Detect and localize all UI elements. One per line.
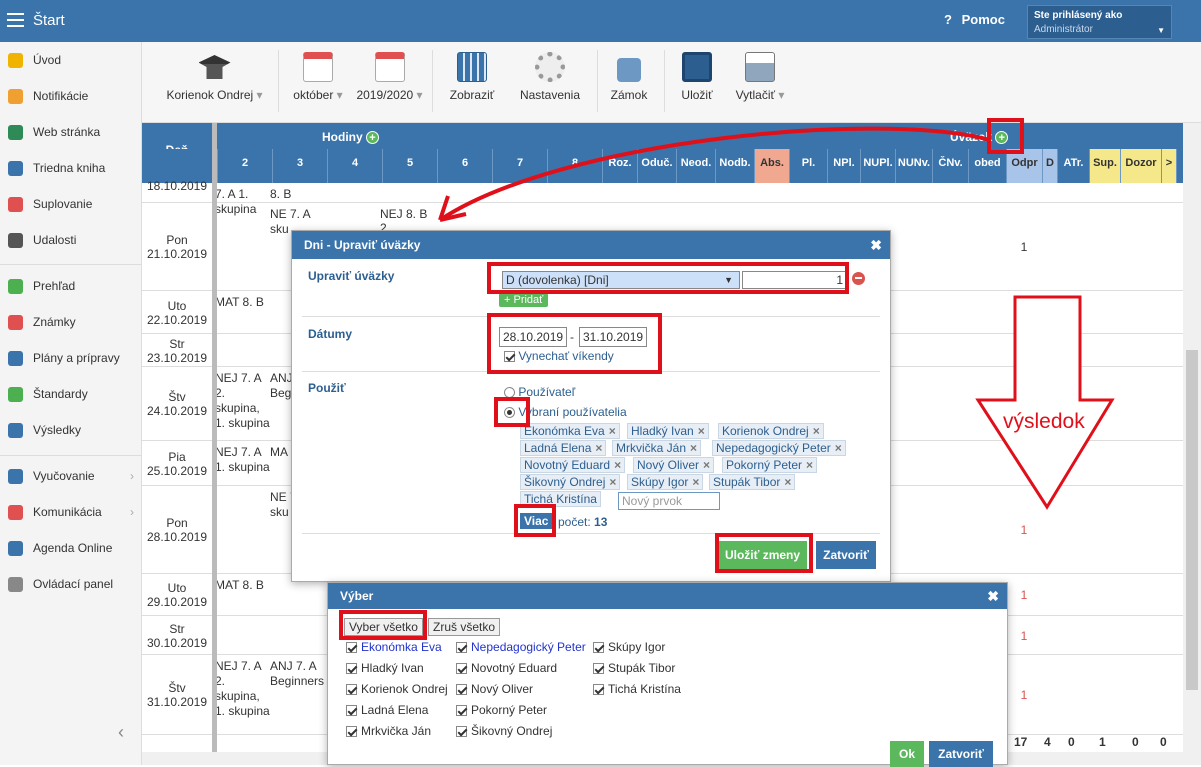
annotation-arrows	[438, 126, 1115, 510]
curved-arrow	[438, 126, 991, 222]
result-annotation: výsledok	[1003, 410, 1085, 433]
down-arrow	[975, 295, 1115, 510]
